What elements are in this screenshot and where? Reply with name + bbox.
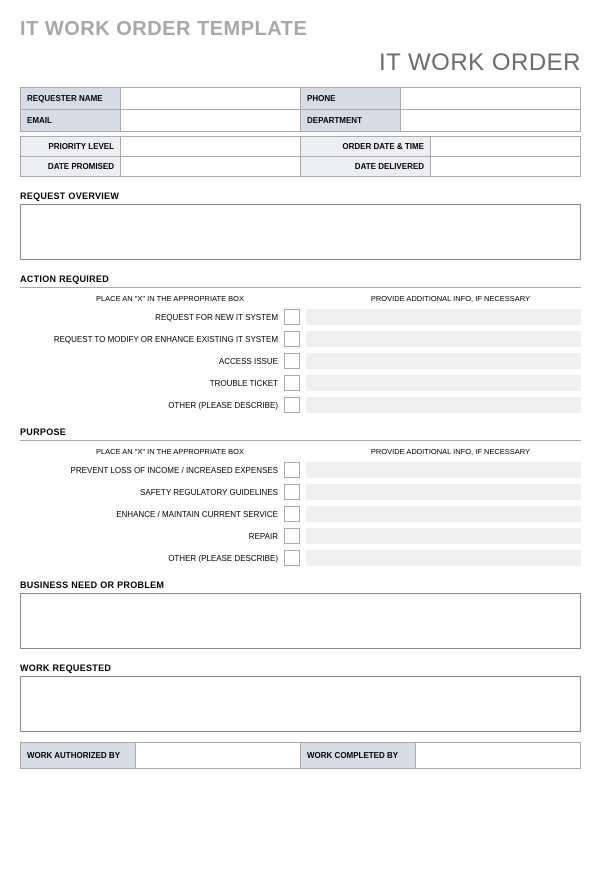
action-row: REQUEST FOR NEW IT SYSTEM <box>20 309 581 325</box>
work-requested-field[interactable] <box>20 676 581 732</box>
work-completed-field[interactable] <box>416 743 581 769</box>
department-field[interactable] <box>401 110 581 132</box>
requester-name-label: REQUESTER NAME <box>21 88 121 110</box>
requester-name-field[interactable] <box>121 88 301 110</box>
order-datetime-label: ORDER DATE & TIME <box>301 137 431 157</box>
action-checkbox[interactable] <box>284 353 300 369</box>
hint-left: PLACE AN "X" IN THE APPROPRIATE BOX <box>20 294 320 303</box>
purpose-info-field[interactable] <box>306 550 581 566</box>
purpose-row: REPAIR <box>20 528 581 544</box>
action-checkbox[interactable] <box>284 309 300 325</box>
purpose-heading: PURPOSE <box>20 427 581 437</box>
request-overview-heading: REQUEST OVERVIEW <box>20 191 581 201</box>
purpose-label: OTHER (PLEASE DESCRIBE) <box>20 554 284 563</box>
action-row: ACCESS ISSUE <box>20 353 581 369</box>
date-promised-label: DATE PROMISED <box>21 157 121 177</box>
action-row: TROUBLE TICKET <box>20 375 581 391</box>
action-required-heading: ACTION REQUIRED <box>20 274 581 284</box>
action-info-field[interactable] <box>306 397 581 413</box>
business-need-heading: BUSINESS NEED OR PROBLEM <box>20 580 581 590</box>
priority-field[interactable] <box>121 137 301 157</box>
work-completed-label: WORK COMPLETED BY <box>301 743 416 769</box>
purpose-checkbox[interactable] <box>284 528 300 544</box>
purpose-info-field[interactable] <box>306 528 581 544</box>
hint-right: PROVIDE ADDITIONAL INFO, IF NECESSARY <box>320 294 581 303</box>
date-delivered-label: DATE DELIVERED <box>301 157 431 177</box>
action-info-field[interactable] <box>306 331 581 347</box>
work-authorized-field[interactable] <box>136 743 301 769</box>
action-info-field[interactable] <box>306 375 581 391</box>
purpose-checkbox[interactable] <box>284 484 300 500</box>
work-requested-heading: WORK REQUESTED <box>20 663 581 673</box>
action-label: REQUEST FOR NEW IT SYSTEM <box>20 313 284 322</box>
hint-left: PLACE AN "X" IN THE APPROPRIATE BOX <box>20 447 320 456</box>
purpose-label: SAFETY REGULATORY GUIDELINES <box>20 488 284 497</box>
action-checkbox[interactable] <box>284 375 300 391</box>
phone-label: PHONE <box>301 88 401 110</box>
purpose-label: ENHANCE / MAINTAIN CURRENT SERVICE <box>20 510 284 519</box>
order-datetime-field[interactable] <box>431 137 581 157</box>
meta-table: PRIORITY LEVEL ORDER DATE & TIME DATE PR… <box>20 136 581 177</box>
action-label: OTHER (PLEASE DESCRIBE) <box>20 401 284 410</box>
purpose-info-field[interactable] <box>306 462 581 478</box>
purpose-label: REPAIR <box>20 532 284 541</box>
sub-title: IT WORK ORDER <box>20 49 581 77</box>
purpose-row: SAFETY REGULATORY GUIDELINES <box>20 484 581 500</box>
work-authorized-label: WORK AUTHORIZED BY <box>21 743 136 769</box>
hint-right: PROVIDE ADDITIONAL INFO, IF NECESSARY <box>320 447 581 456</box>
purpose-hint-row: PLACE AN "X" IN THE APPROPRIATE BOX PROV… <box>20 447 581 456</box>
requester-table: REQUESTER NAME PHONE EMAIL DEPARTMENT <box>20 87 581 132</box>
action-hint-row: PLACE AN "X" IN THE APPROPRIATE BOX PROV… <box>20 294 581 303</box>
action-checkbox[interactable] <box>284 397 300 413</box>
action-row: OTHER (PLEASE DESCRIBE) <box>20 397 581 413</box>
email-label: EMAIL <box>21 110 121 132</box>
request-overview-field[interactable] <box>20 204 581 260</box>
date-delivered-field[interactable] <box>431 157 581 177</box>
action-info-field[interactable] <box>306 309 581 325</box>
divider <box>20 440 581 441</box>
priority-label: PRIORITY LEVEL <box>21 137 121 157</box>
action-info-field[interactable] <box>306 353 581 369</box>
purpose-checkbox[interactable] <box>284 462 300 478</box>
purpose-label: PREVENT LOSS OF INCOME / INCREASED EXPEN… <box>20 466 284 475</box>
purpose-row: OTHER (PLEASE DESCRIBE) <box>20 550 581 566</box>
action-checkbox[interactable] <box>284 331 300 347</box>
signoff-table: WORK AUTHORIZED BY WORK COMPLETED BY <box>20 742 581 769</box>
business-need-field[interactable] <box>20 593 581 649</box>
email-field[interactable] <box>121 110 301 132</box>
phone-field[interactable] <box>401 88 581 110</box>
department-label: DEPARTMENT <box>301 110 401 132</box>
main-title: IT WORK ORDER TEMPLATE <box>20 18 581 41</box>
purpose-row: PREVENT LOSS OF INCOME / INCREASED EXPEN… <box>20 462 581 478</box>
purpose-row: ENHANCE / MAINTAIN CURRENT SERVICE <box>20 506 581 522</box>
action-row: REQUEST TO MODIFY OR ENHANCE EXISTING IT… <box>20 331 581 347</box>
purpose-info-field[interactable] <box>306 484 581 500</box>
purpose-checkbox[interactable] <box>284 550 300 566</box>
purpose-checkbox[interactable] <box>284 506 300 522</box>
action-label: TROUBLE TICKET <box>20 379 284 388</box>
date-promised-field[interactable] <box>121 157 301 177</box>
action-label: ACCESS ISSUE <box>20 357 284 366</box>
action-label: REQUEST TO MODIFY OR ENHANCE EXISTING IT… <box>20 335 284 344</box>
divider <box>20 287 581 288</box>
purpose-info-field[interactable] <box>306 506 581 522</box>
